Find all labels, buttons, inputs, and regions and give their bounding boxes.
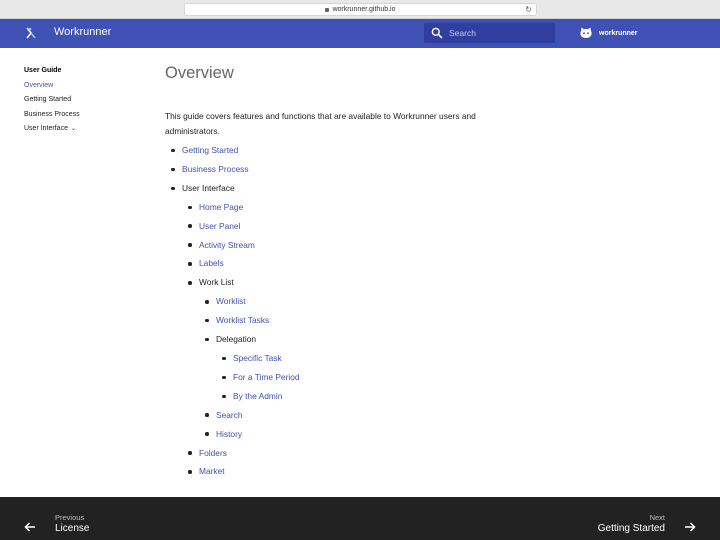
link-history[interactable]: History: [216, 429, 242, 439]
link-specific-task[interactable]: Specific Task: [233, 353, 282, 363]
list-item: Folders: [188, 444, 525, 463]
link-by-the-admin[interactable]: By the Admin: [233, 391, 282, 401]
link-folders[interactable]: Folders: [199, 448, 227, 458]
sidebar-title: User Guide: [24, 67, 62, 74]
link-activity-stream[interactable]: Activity Stream: [199, 240, 255, 250]
link-market[interactable]: Market: [199, 466, 225, 476]
label-user-interface: User Interface: [182, 182, 235, 193]
toc-sublist: Home Page User Panel Activity Stream Lab…: [182, 198, 525, 482]
list-item: Business Process: [171, 160, 525, 179]
repo-name: workrunner: [599, 29, 638, 37]
label-delegation: Delegation: [216, 334, 257, 345]
list-item: Worklist: [205, 292, 525, 311]
search-input[interactable]: [449, 23, 549, 43]
sidebar-item-getting-started[interactable]: Getting Started: [24, 96, 144, 111]
list-item: For a Time Period: [222, 368, 525, 387]
app-header: Workrunner workrunner: [0, 19, 720, 48]
address-bar[interactable]: workrunner.github.io ↻: [184, 3, 537, 16]
browser-toolbar: workrunner.github.io ↻: [0, 0, 720, 19]
address-text: workrunner.github.io: [332, 6, 396, 13]
link-user-panel[interactable]: User Panel: [199, 221, 240, 231]
search-box[interactable]: [424, 23, 555, 43]
list-item: Delegation Specific Task For a Time Peri…: [205, 330, 525, 406]
toc-list: Getting Started Business Process User In…: [165, 141, 525, 481]
link-home-page[interactable]: Home Page: [199, 202, 243, 212]
sidebar-item-user-interface[interactable]: User Interface ⌄: [24, 125, 144, 140]
sidebar-item-overview[interactable]: Overview: [24, 82, 144, 97]
intro-paragraph: This guide covers features and functions…: [165, 111, 476, 136]
workrunner-logo-icon[interactable]: [24, 26, 38, 40]
main-content: Overview This guide covers features and …: [165, 64, 525, 481]
label-work-list: Work List: [199, 277, 234, 288]
next-page-link[interactable]: Next Getting Started: [566, 511, 696, 537]
list-item: History: [205, 425, 525, 444]
next-caption: Next: [649, 513, 665, 522]
list-item: Home Page: [188, 198, 525, 217]
github-icon: [580, 27, 592, 38]
arrow-right-icon: [685, 522, 696, 532]
repo-link[interactable]: workrunner: [579, 26, 638, 40]
link-business-process[interactable]: Business Process: [182, 164, 249, 174]
toc-sublist: Worklist Worklist Tasks Delegation Speci…: [199, 292, 525, 443]
link-labels[interactable]: Labels: [199, 258, 224, 268]
sidebar-item-label: User Interface: [24, 125, 68, 132]
link-for-a-time-period[interactable]: For a Time Period: [233, 372, 300, 382]
previous-caption: Previous: [55, 513, 85, 522]
link-search[interactable]: Search: [216, 410, 243, 420]
reload-icon[interactable]: ↻: [525, 5, 532, 14]
link-getting-started[interactable]: Getting Started: [182, 145, 238, 155]
page-title: Overview: [165, 64, 234, 82]
previous-title: License: [55, 523, 90, 534]
sidebar-item-business-process[interactable]: Business Process: [24, 111, 144, 126]
link-worklist[interactable]: Worklist: [216, 296, 246, 306]
sidebar-nav: User Guide Overview Getting Started Busi…: [24, 64, 144, 140]
list-item: Specific Task: [222, 349, 525, 368]
list-item: Labels: [188, 254, 525, 273]
list-item: Worklist Tasks: [205, 311, 525, 330]
arrow-left-icon: [24, 522, 35, 532]
site-title[interactable]: Workrunner: [54, 26, 111, 38]
toc-sublist: Specific Task For a Time Period By the A…: [216, 349, 525, 406]
list-item: User Panel: [188, 217, 525, 236]
list-item: Work List Worklist Worklist Tasks Delega…: [188, 273, 525, 443]
list-item: Market: [188, 462, 525, 481]
lock-icon: [325, 7, 330, 12]
next-title: Getting Started: [597, 523, 665, 534]
chevron-down-icon: ⌄: [70, 126, 76, 132]
list-item: By the Admin: [222, 387, 525, 406]
list-item: Activity Stream: [188, 236, 525, 255]
list-item: User Interface Home Page User Panel Acti…: [171, 179, 525, 482]
list-item: Getting Started: [171, 141, 525, 160]
search-icon: [431, 27, 443, 39]
link-worklist-tasks[interactable]: Worklist Tasks: [216, 315, 269, 325]
list-item: Search: [205, 406, 525, 425]
footer-nav: Previous License Next Getting Started: [0, 497, 720, 540]
